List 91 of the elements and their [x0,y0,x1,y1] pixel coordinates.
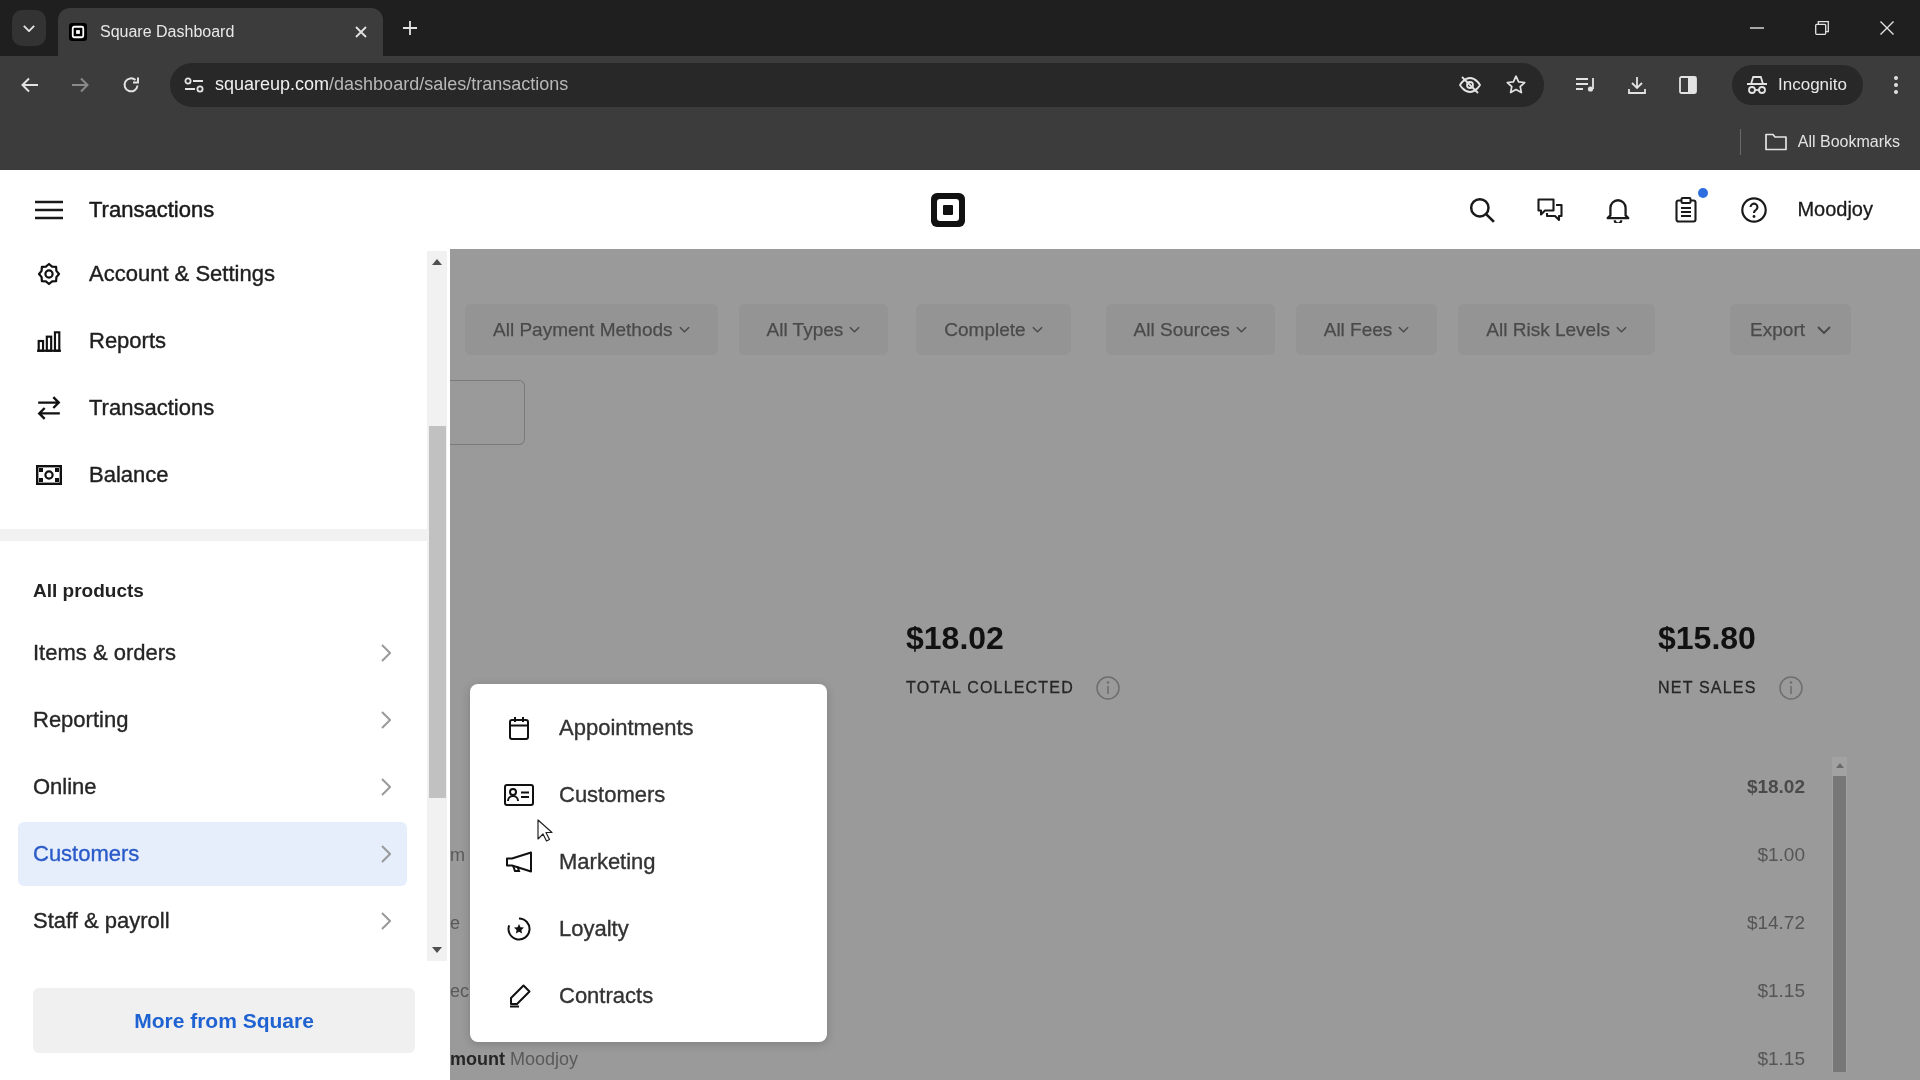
nav-item[interactable]: Balance [18,450,407,500]
pen-icon [507,983,531,1008]
scrollbar-track[interactable] [1832,757,1847,1072]
close-icon[interactable] [355,26,367,38]
stat-value: $18.02 [906,619,1004,657]
amount-text: $14.72 [1746,912,1805,934]
product-item[interactable]: Items & orders [18,621,407,685]
banknote-icon [36,463,62,487]
chevron-right-icon [381,644,391,662]
bookmark-folder[interactable]: All Bookmarks [1764,132,1900,151]
amount-text: $18.02 [1746,776,1805,798]
new-tab-icon[interactable] [403,21,417,35]
chevron-down-icon [23,24,35,32]
back-icon[interactable] [21,76,39,93]
row-label: m [450,844,465,866]
side-panel-icon[interactable] [1678,75,1698,94]
page-title: Transactions [89,196,215,223]
calendar-icon [509,715,529,740]
download-icon[interactable] [1627,75,1647,94]
caret-icon [1235,326,1247,333]
bookmark-star-icon[interactable] [1506,75,1526,94]
row-label: ec [450,980,469,1002]
gear-icon [36,262,62,286]
caret-icon [1817,325,1831,334]
amount-text: $1.15 [1757,1048,1805,1070]
stat-label: NET SALES [1658,678,1757,698]
menu-item[interactable]: Appointments [470,694,827,761]
restore-icon[interactable] [1815,21,1829,35]
amount-text: $1.15 [1757,980,1805,1002]
megaphone-icon [505,850,533,873]
product-item[interactable]: Customers [18,822,407,886]
caret-icon [678,326,690,333]
tab-search-button[interactable] [12,10,46,46]
browser-tab[interactable]: Square Dashboard [58,8,383,56]
star-badge-icon [507,916,531,941]
eye-slash-icon[interactable] [1459,75,1481,94]
reload-icon[interactable] [122,75,140,94]
chevron-right-icon [381,778,391,796]
caret-icon [1398,326,1410,333]
account-button[interactable]: Moodjoy [1797,198,1873,221]
product-item[interactable]: Reporting [18,688,407,752]
nav-item[interactable]: Transactions [18,383,407,433]
section-title: All products [32,579,145,603]
caret-icon [1031,326,1043,333]
row-label: e [450,912,460,934]
menu-item[interactable]: Customers [470,761,827,828]
more-icon[interactable] [1894,75,1898,94]
menu-item[interactable]: Marketing [470,828,827,895]
folder-icon [1764,132,1787,151]
scrollbar-thumb[interactable] [428,426,446,798]
row-label: mount Moodjoy [450,1048,579,1070]
nav-item[interactable]: Reports [18,316,407,366]
clipboard-icon[interactable] [1673,196,1700,223]
scrollbar-thumb[interactable] [1833,776,1846,1072]
product-item[interactable]: Online [18,755,407,819]
chat-icon[interactable] [1537,196,1564,223]
scrollbar-track[interactable] [427,251,447,961]
contact-card-icon [504,783,534,806]
more-button[interactable]: More from Square [33,988,415,1053]
product-item[interactable]: Staff & payroll [18,889,407,953]
site-info-icon[interactable] [184,76,204,93]
stat-label: TOTAL COLLECTED [906,678,1074,698]
close-icon[interactable] [1880,21,1894,35]
scroll-up-icon[interactable] [432,259,442,265]
bell-icon[interactable] [1605,196,1632,223]
address-bar[interactable]: squareup.com/dashboard/sales/transactions [170,62,1544,107]
logo-icon[interactable] [931,192,965,227]
chevron-right-icon [381,912,391,930]
url-text: squareup.com/dashboard/sales/transactions [215,74,570,95]
caret-icon [1615,326,1627,333]
scroll-down-icon[interactable] [432,947,442,953]
nav-item[interactable]: Account & Settings [18,249,407,299]
help-icon[interactable] [1741,196,1768,223]
playlist-icon[interactable] [1576,76,1596,93]
incognito-chip[interactable]: Incognito [1732,64,1863,105]
pointer-cursor-icon [537,819,553,843]
menu-icon[interactable] [35,199,63,220]
menu-item[interactable]: Contracts [470,962,827,1029]
input-field[interactable] [450,380,525,445]
caret-icon [849,326,861,333]
chevron-right-icon [381,711,391,729]
forward-icon[interactable] [71,76,89,93]
incognito-icon [1746,75,1768,94]
amount-text: $1.00 [1757,844,1805,866]
search-icon[interactable] [1469,196,1496,223]
stat-value: $15.80 [1658,619,1756,657]
bar-chart-icon [36,329,62,353]
swap-arrows-icon [36,396,62,420]
chevron-right-icon [381,845,391,863]
logo-icon [69,23,87,41]
menu-item[interactable]: Loyalty [470,895,827,962]
